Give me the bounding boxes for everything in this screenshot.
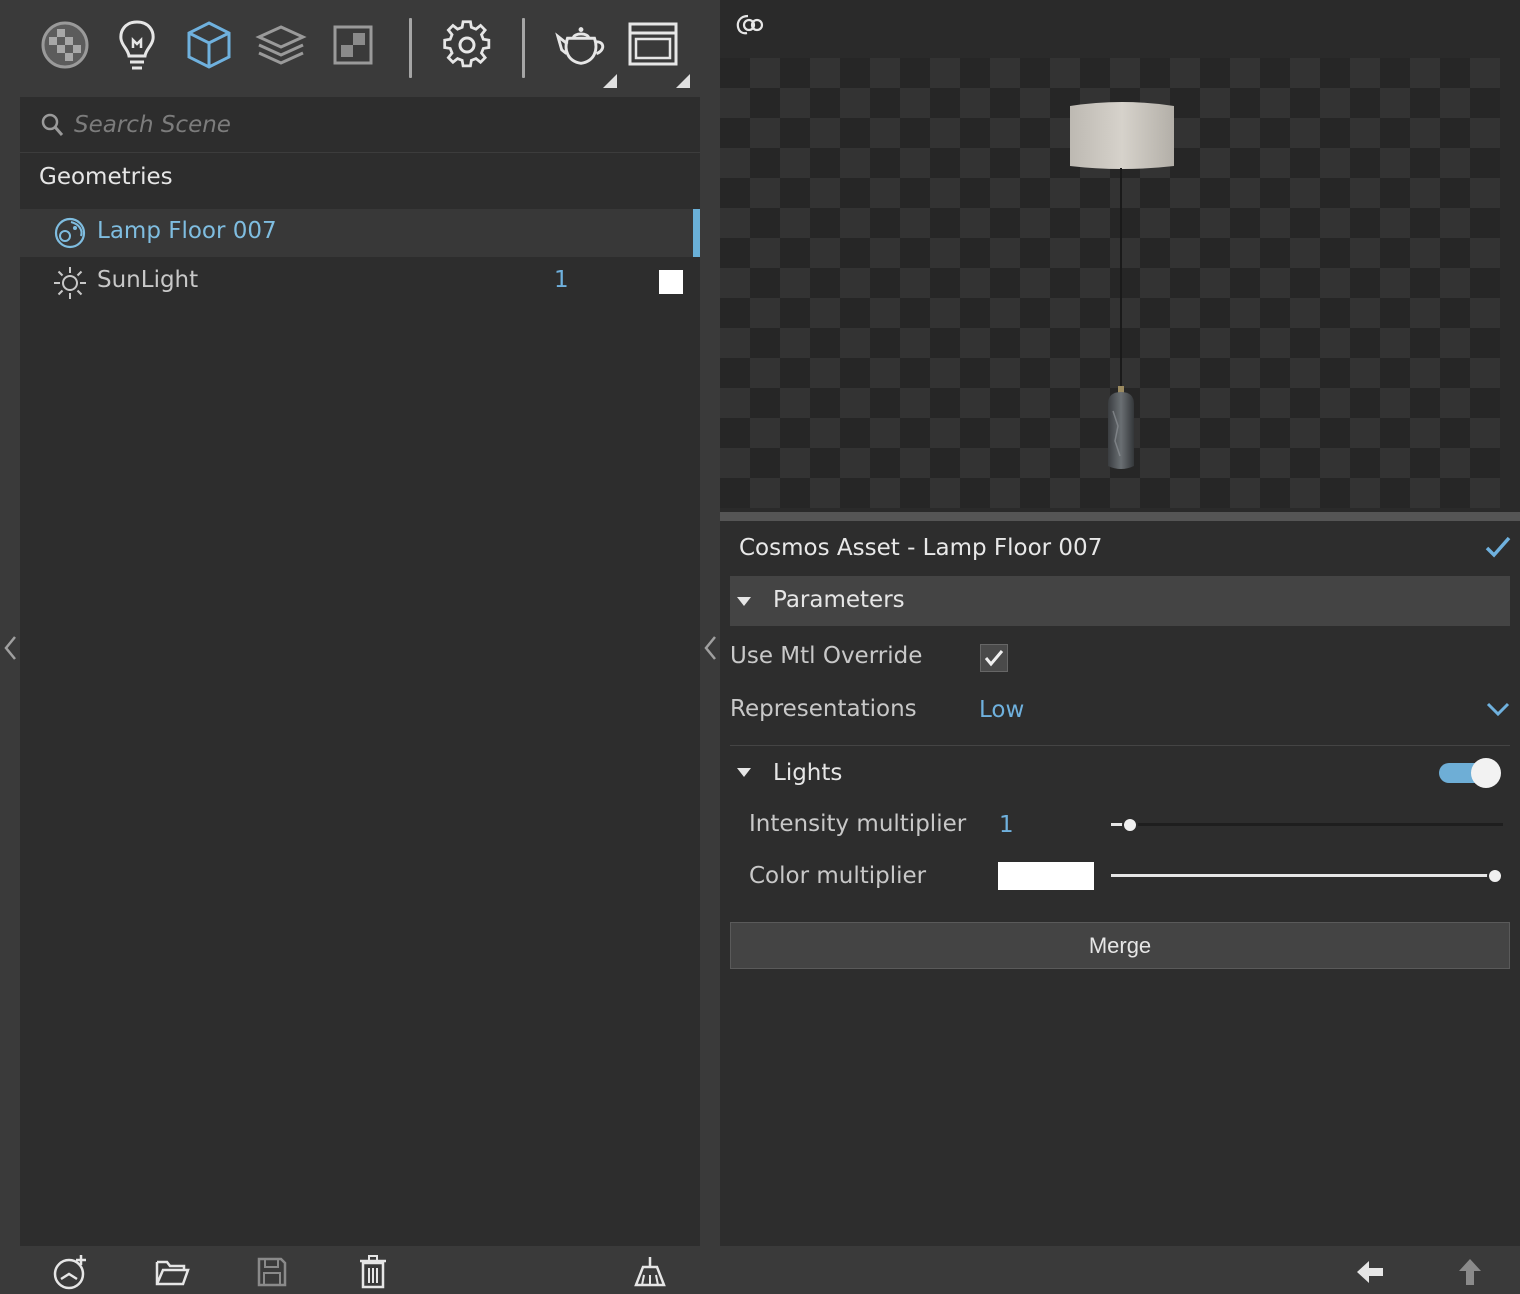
- intensity-multiplier-value[interactable]: 1: [999, 812, 1014, 838]
- lamp-preview-image: [1060, 96, 1184, 480]
- selection-indicator: [693, 209, 700, 257]
- lights-toggle[interactable]: [1439, 758, 1501, 788]
- section-title: Parameters: [773, 587, 905, 613]
- add-asset-icon[interactable]: [50, 1252, 90, 1292]
- asset-title: Cosmos Asset - Lamp Floor 007: [739, 535, 1103, 561]
- slider-thumb[interactable]: [1122, 817, 1138, 833]
- search-icon: [40, 112, 64, 142]
- checkmark-icon[interactable]: [1484, 534, 1512, 564]
- toggle-knob: [1471, 758, 1501, 788]
- color-multiplier-slider[interactable]: [1111, 867, 1503, 885]
- light-instance-count: 1: [554, 267, 569, 293]
- slider-fill: [1111, 874, 1495, 877]
- preview-splitter[interactable]: [720, 512, 1520, 521]
- toolbar-separator: [522, 18, 525, 78]
- use-mtl-override-checkbox[interactable]: [980, 644, 1008, 672]
- tree-item-sunlight[interactable]: SunLight 1: [20, 258, 700, 306]
- tree-item-label: Lamp Floor 007: [97, 218, 277, 244]
- chevron-left-icon[interactable]: [2, 634, 22, 664]
- use-mtl-override-label: Use Mtl Override: [730, 643, 923, 669]
- dropdown-corner-indicator: [603, 74, 617, 88]
- cosmos-asset-icon: [53, 216, 87, 254]
- tree-item-label: SunLight: [97, 267, 199, 293]
- scene-bottom-toolbar: [0, 1246, 720, 1294]
- tree-item-lamp-floor-007[interactable]: Lamp Floor 007: [20, 209, 700, 257]
- properties-bottom-toolbar: [720, 1246, 1520, 1294]
- section-label-geometries: Geometries: [39, 164, 173, 190]
- frame-buffer-icon[interactable]: [626, 18, 680, 72]
- cosmos-logo-icon: [734, 12, 764, 42]
- save-icon[interactable]: [252, 1252, 292, 1292]
- main-toolbar: [0, 0, 720, 97]
- search-bar: [20, 97, 700, 153]
- slider-thumb[interactable]: [1487, 868, 1503, 884]
- intensity-multiplier-label: Intensity multiplier: [749, 811, 967, 837]
- settings-gear-icon[interactable]: [440, 18, 494, 72]
- geometry-cube-icon[interactable]: [182, 18, 236, 72]
- parameters-section-header[interactable]: Parameters: [730, 576, 1510, 626]
- expand-triangle-icon: [737, 597, 751, 606]
- merge-button[interactable]: Merge: [730, 922, 1510, 969]
- representations-dropdown[interactable]: Low: [979, 697, 1024, 723]
- light-bulb-icon[interactable]: [110, 18, 164, 72]
- toolbar-separator: [409, 18, 412, 78]
- search-input[interactable]: [72, 107, 636, 143]
- arrow-up-icon[interactable]: [1450, 1252, 1490, 1292]
- cleanup-broom-icon[interactable]: [630, 1252, 670, 1292]
- section-divider: [730, 745, 1510, 746]
- arrow-left-icon[interactable]: [1350, 1252, 1390, 1292]
- expand-triangle-icon[interactable]: [737, 768, 751, 777]
- teapot-render-icon[interactable]: [554, 18, 608, 72]
- representations-label: Representations: [730, 696, 917, 722]
- checkmark-icon: [984, 650, 1004, 667]
- color-multiplier-swatch[interactable]: [998, 862, 1094, 890]
- light-color-swatch[interactable]: [659, 270, 683, 294]
- chevron-left-icon[interactable]: [702, 634, 722, 664]
- render-elements-icon[interactable]: [326, 18, 380, 72]
- lights-section-title: Lights: [773, 760, 843, 786]
- layers-icon[interactable]: [254, 18, 308, 72]
- slider-track: [1111, 823, 1503, 826]
- sun-icon: [53, 266, 87, 304]
- chevron-down-icon[interactable]: [1485, 700, 1511, 722]
- open-folder-icon[interactable]: [152, 1252, 192, 1292]
- material-editor-icon[interactable]: [38, 18, 92, 72]
- trash-icon[interactable]: [353, 1252, 393, 1292]
- intensity-slider[interactable]: [1111, 816, 1503, 834]
- color-multiplier-label: Color multiplier: [749, 863, 927, 889]
- dropdown-corner-indicator: [676, 74, 690, 88]
